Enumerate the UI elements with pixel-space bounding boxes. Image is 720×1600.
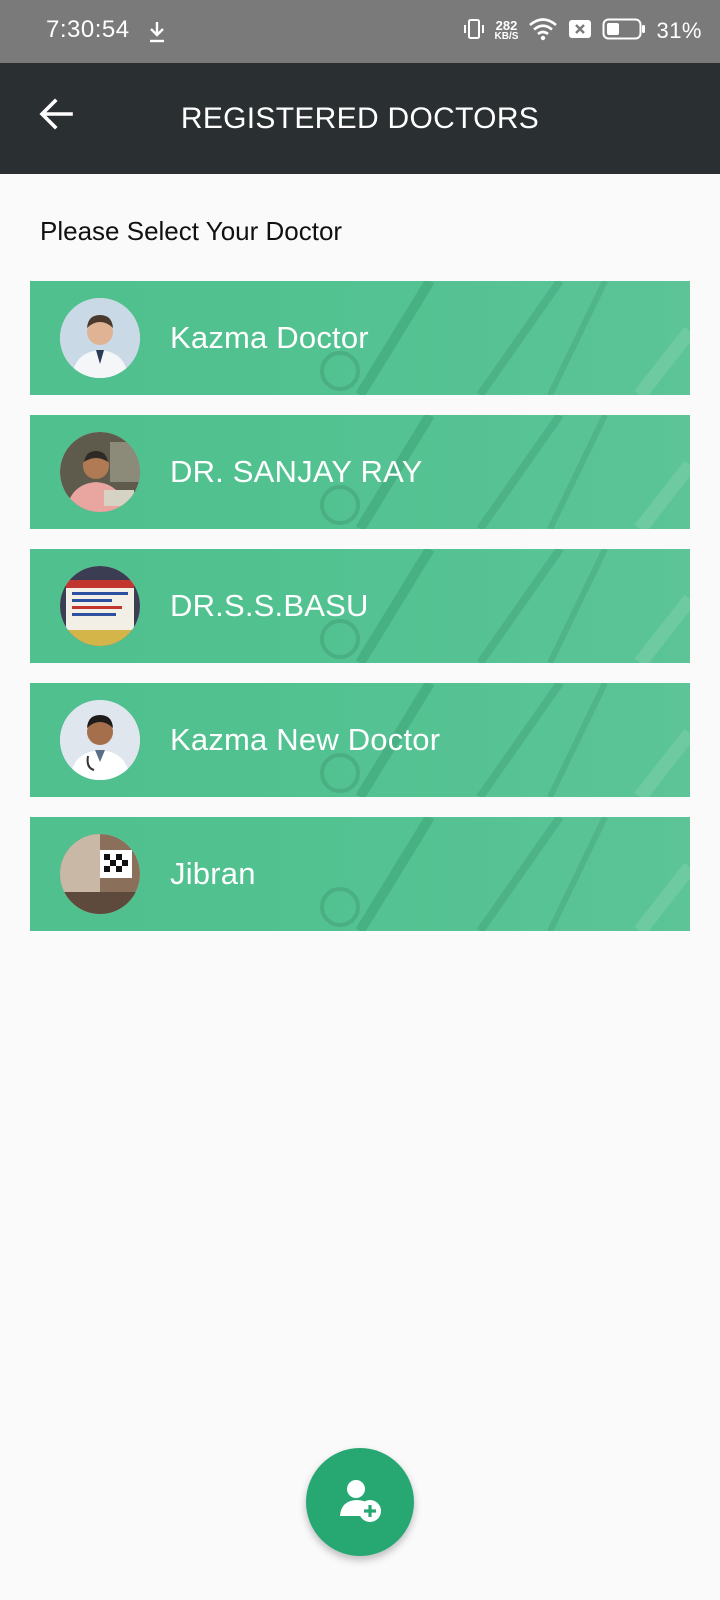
wifi-icon [528,17,558,46]
doctor-card[interactable]: Kazma New Doctor [30,683,690,797]
battery-icon [602,17,646,46]
arrow-left-icon [38,97,74,135]
status-time: 7:30:54 [46,16,130,43]
doctor-name: Kazma Doctor [170,320,369,355]
page-title: REGISTERED DOCTORS [180,101,540,135]
doctor-name: DR. SANJAY RAY [170,454,423,489]
battery-percent: 31% [656,18,702,43]
doctor-card[interactable]: Kazma Doctor [30,281,690,395]
sim-off-icon [568,18,592,45]
app-bar: REGISTERED DOCTORS [0,63,720,174]
add-doctor-button[interactable] [306,1448,414,1556]
network-speed-unit: KB/S [494,31,519,42]
doctor-avatar [60,298,140,378]
doctor-name: DR.S.S.BASU [170,588,369,623]
doctor-card[interactable]: DR. SANJAY RAY [30,415,690,529]
doctor-card[interactable]: DR.S.S.BASU [30,549,690,663]
doctor-avatar [60,566,140,646]
doctor-card[interactable]: Jibran [30,817,690,931]
doctor-name: Kazma New Doctor [170,722,441,757]
status-icons: 282 KB/S 31% [463,14,702,48]
network-speed: 282 KB/S [494,18,519,42]
download-icon [148,20,166,44]
doctor-avatar [60,834,140,914]
back-button[interactable] [28,88,84,144]
doctor-list: Kazma Doctor DR. SANJAY RAY DR.S.S.BASU … [30,281,690,951]
network-speed-value: 282 [495,18,518,33]
vibrate-icon [463,17,485,46]
select-doctor-prompt: Please Select Your Doctor [40,216,343,246]
doctor-avatar [60,432,140,512]
status-bar: 7:30:54 282 KB/S 31% [0,0,720,63]
add-person-icon [336,1476,384,1529]
doctor-name: Jibran [170,856,256,891]
doctor-avatar [60,700,140,780]
